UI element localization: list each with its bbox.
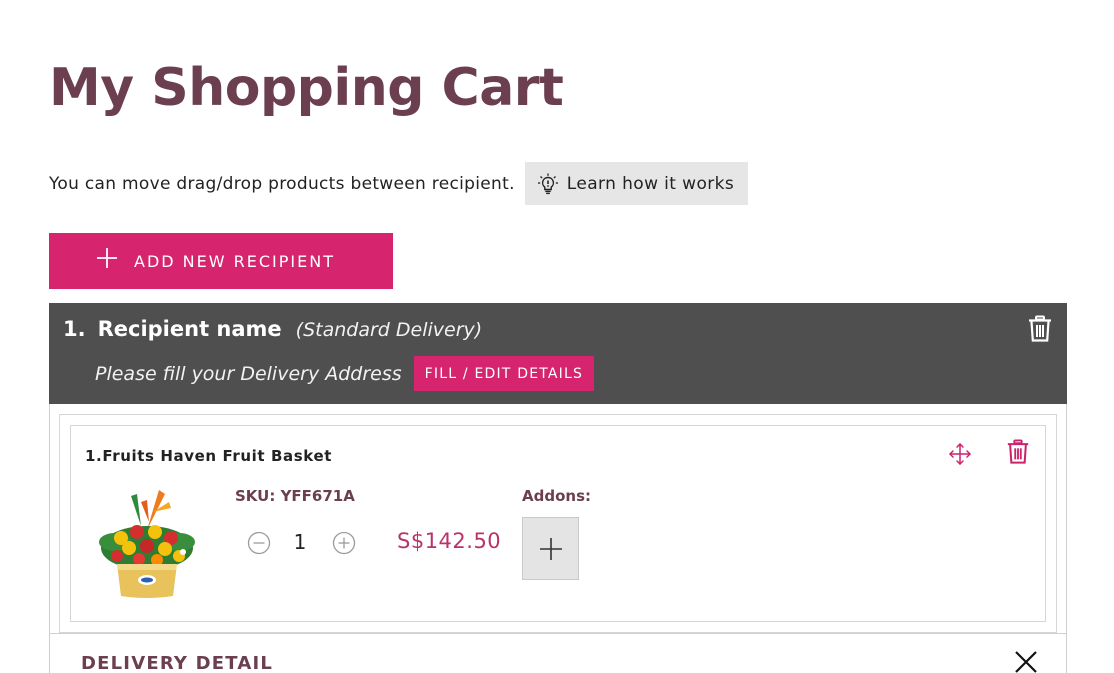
trash-icon[interactable] — [1006, 438, 1030, 466]
add-new-recipient-button[interactable]: ADD NEW RECIPIENT — [49, 233, 393, 289]
learn-how-it-works-button[interactable]: Learn how it works — [524, 162, 749, 205]
product-title: 1.Fruits Haven Fruit Basket — [85, 447, 332, 465]
minus-circle-icon[interactable] — [247, 531, 271, 555]
product-image — [99, 490, 195, 598]
lightbulb-icon — [537, 173, 559, 195]
page-title: My Shopping Cart — [49, 58, 564, 118]
drag-drop-hint: You can move drag/drop products between … — [49, 162, 749, 205]
plus-icon — [539, 537, 562, 560]
recipient-name: Recipient name — [97, 317, 282, 341]
recipient-number: 1. — [63, 317, 86, 341]
plus-icon — [97, 248, 117, 268]
addons-label: Addons: — [522, 487, 591, 505]
recipient-header: 1. Recipient name (Standard Delivery) Pl… — [49, 303, 1067, 404]
add-addon-button[interactable] — [522, 517, 579, 580]
product-card[interactable]: 1.Fruits Haven Fruit Basket SKU: YFF671A… — [70, 425, 1046, 622]
quantity-value: 1 — [293, 530, 307, 554]
recipient-body: 1.Fruits Haven Fruit Basket SKU: YFF671A… — [49, 404, 1067, 673]
add-new-recipient-label: ADD NEW RECIPIENT — [134, 251, 335, 271]
delivery-detail-title[interactable]: DELIVERY DETAIL — [81, 653, 273, 673]
divider — [50, 633, 1066, 634]
product-sku: SKU: YFF671A — [235, 487, 355, 505]
fill-edit-details-button[interactable]: FILL / EDIT DETAILS — [413, 356, 595, 391]
plus-circle-icon[interactable] — [332, 531, 356, 555]
product-list: 1.Fruits Haven Fruit Basket SKU: YFF671A… — [59, 414, 1057, 633]
learn-how-it-works-label: Learn how it works — [566, 173, 735, 194]
drag-drop-hint-text: You can move drag/drop products between … — [49, 173, 515, 194]
delivery-address-prompt: Please fill your Delivery Address — [95, 362, 402, 385]
product-price: S$142.50 — [397, 529, 502, 553]
trash-icon[interactable] — [1027, 315, 1053, 343]
delivery-type: (Standard Delivery) — [295, 319, 483, 341]
close-icon[interactable] — [1013, 649, 1039, 673]
move-icon[interactable] — [948, 442, 972, 466]
